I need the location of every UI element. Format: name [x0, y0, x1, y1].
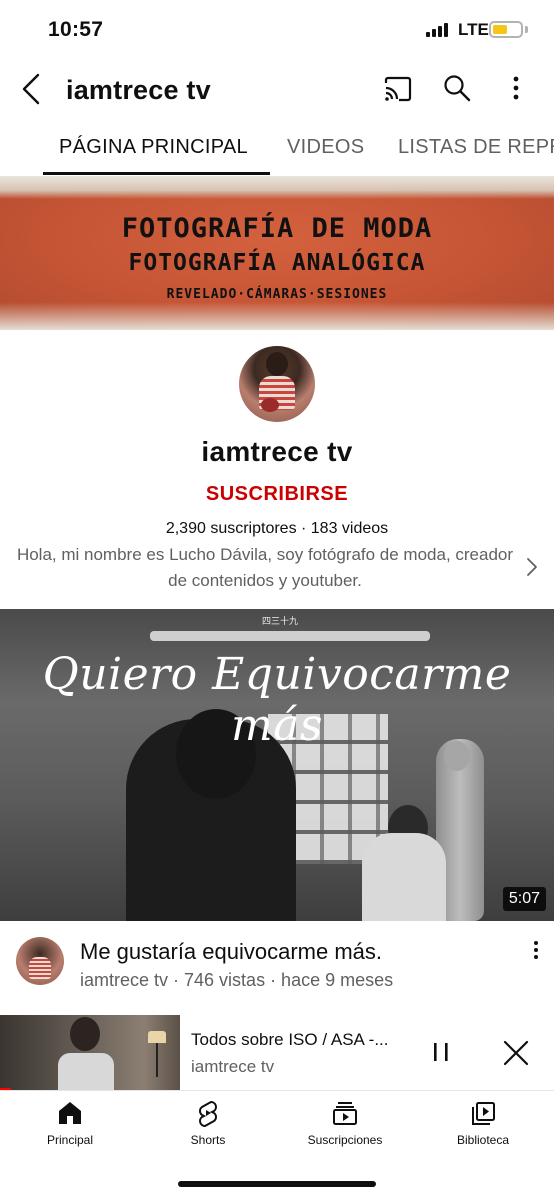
subscriptions-icon	[333, 1102, 357, 1125]
banner-edge-top	[0, 177, 554, 199]
tab-playlists[interactable]: LISTAS DE REPR	[398, 136, 554, 159]
nav-subscriptions[interactable]: Suscripciones	[285, 1099, 405, 1159]
channel-avatar[interactable]	[239, 346, 315, 422]
channel-description[interactable]: Hola, mi nombre es Lucho Dávila, soy fot…	[10, 542, 520, 594]
video-meta: iamtrece tv · 746 vistas · hace 9 meses	[80, 970, 394, 990]
battery-icon	[489, 21, 523, 38]
nav-home-label: Principal	[46, 1133, 94, 1147]
signal-icon	[426, 23, 450, 37]
mini-player-thumbnail[interactable]	[0, 1015, 180, 1090]
header-title: iamtrece tv	[66, 75, 211, 105]
library-icon	[472, 1102, 495, 1125]
channel-name: iamtrece tv	[201, 436, 353, 467]
mini-player-title[interactable]: Todos sobre ISO / ASA -...	[191, 1030, 388, 1050]
chevron-right-icon[interactable]	[524, 556, 540, 578]
status-time: 10:57	[48, 18, 104, 41]
mini-player[interactable]: Todos sobre ISO / ASA -... iamtrece tv	[0, 1015, 554, 1090]
video-more-icon[interactable]	[530, 940, 542, 962]
more-vert-icon[interactable]	[505, 74, 527, 102]
search-icon[interactable]	[443, 74, 471, 102]
home-icon	[59, 1102, 81, 1124]
video-overlay-caption: 四三十九	[262, 616, 299, 626]
banner-line-1: FOTOGRAFÍA DE MODA	[121, 213, 433, 244]
back-icon[interactable]	[18, 72, 46, 106]
mini-player-channel: iamtrece tv	[191, 1057, 275, 1076]
close-icon[interactable]	[503, 1040, 529, 1066]
nav-library-label: Biblioteca	[456, 1133, 510, 1147]
channel-tabs: PÁGINA PRINCIPAL VIDEOS LISTAS DE REPR	[0, 122, 554, 176]
channel-stats: 2,390 suscriptores · 183 videos	[165, 520, 389, 537]
status-bar: 10:57 LTE	[0, 0, 554, 56]
nav-shorts-label: Shorts	[190, 1133, 226, 1147]
home-indicator	[178, 1181, 376, 1187]
network-label: LTE	[458, 20, 489, 39]
tab-home[interactable]: PÁGINA PRINCIPAL	[59, 136, 248, 159]
cast-icon[interactable]	[383, 76, 413, 102]
banner-line-2: FOTOGRAFÍA ANALÓGICA	[128, 250, 426, 276]
nav-home[interactable]: Principal	[10, 1099, 130, 1159]
shorts-icon	[199, 1100, 217, 1127]
active-tab-indicator	[43, 172, 270, 175]
banner-edge-bottom	[0, 302, 554, 330]
banner-line-3: REVELADO·CÁMARAS·SESIONES	[166, 287, 388, 302]
video-channel-avatar[interactable]	[16, 937, 64, 985]
subscribe-button[interactable]: SUSCRIBIRSE	[0, 483, 554, 506]
nav-library[interactable]: Biblioteca	[423, 1099, 543, 1159]
app-header: iamtrece tv	[0, 56, 554, 122]
video-overlay-title: Quiero Equivocarme más	[42, 649, 512, 751]
tab-videos[interactable]: VIDEOS	[287, 136, 364, 159]
video-duration-badge: 5:07	[502, 887, 546, 911]
channel-banner: FOTOGRAFÍA DE MODA FOTOGRAFÍA ANALÓGICA …	[0, 177, 554, 330]
nav-shorts[interactable]: Shorts	[148, 1099, 268, 1159]
battery-tip	[525, 26, 528, 33]
video-title[interactable]: Me gustaría equivocarme más.	[80, 939, 382, 965]
pause-icon[interactable]	[432, 1041, 450, 1063]
featured-video-thumbnail[interactable]: 四三十九 Quiero Equivocarme más 5:07	[0, 609, 554, 921]
nav-subscriptions-label: Suscripciones	[307, 1133, 383, 1147]
